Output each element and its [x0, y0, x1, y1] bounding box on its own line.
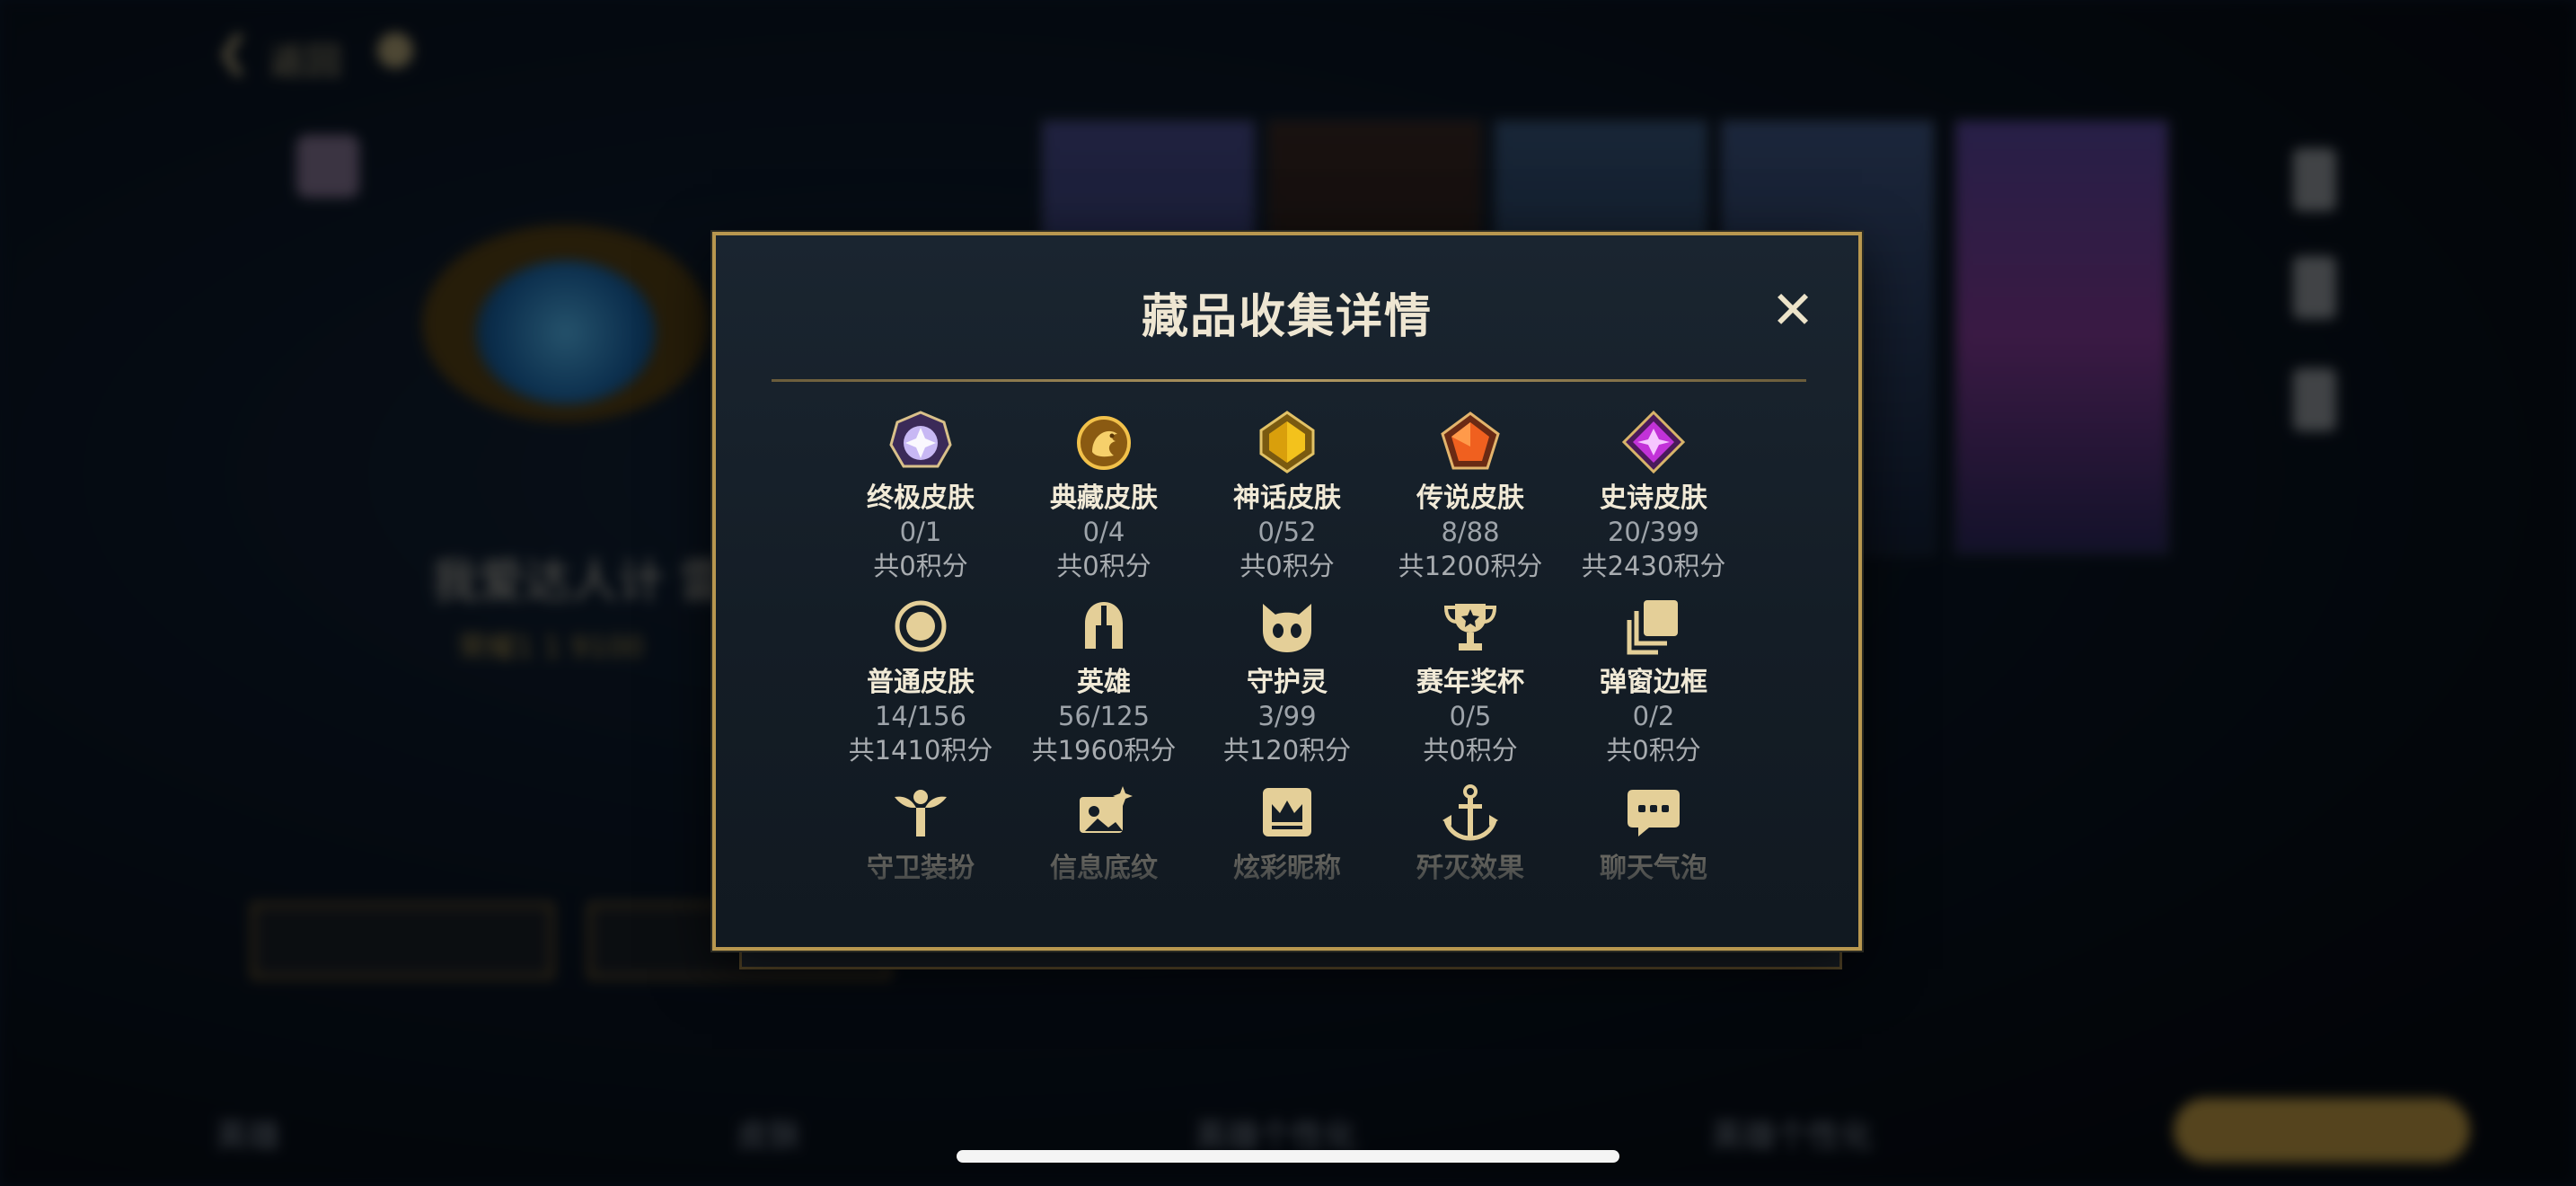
collection-item-color-nickname[interactable]: 炫彩昵称 — [1195, 781, 1379, 885]
collect-points-button — [2174, 1098, 2470, 1163]
prestige-dragon-icon — [1077, 416, 1131, 470]
dialog-title: 藏品收集详情 — [1141, 290, 1433, 344]
collection-item-normal-skin[interactable]: 普通皮肤 14/156 共1410积分 — [829, 595, 1012, 767]
item-name: 守护灵 — [1247, 667, 1328, 698]
hero-collection-button — [251, 903, 553, 978]
item-points: 共2430积分 — [1581, 551, 1726, 581]
crown-card-icon — [1263, 788, 1311, 836]
side-menu-icon — [2293, 256, 2336, 319]
item-name: 神话皮肤 — [1233, 482, 1341, 514]
player-name: 我爱达人计 雷 — [431, 555, 727, 609]
collection-item-info-banner[interactable]: 信息底纹 — [1012, 781, 1195, 885]
collection-item-epic-skin[interactable]: 史诗皮肤 20/399 共2430积分 — [1562, 411, 1745, 583]
side-menu-icon — [2293, 368, 2336, 431]
item-name: 英雄 — [1077, 667, 1131, 698]
player-subtitle: 荣耀1 1 9100 — [458, 630, 644, 664]
item-name: 赛年奖杯 — [1416, 667, 1524, 698]
item-count: 0/1 — [899, 517, 942, 547]
side-menu-icon — [2293, 148, 2336, 211]
anchor-icon — [1442, 784, 1498, 841]
item-points: 共0积分 — [1606, 735, 1701, 766]
skin-card — [1954, 119, 2170, 555]
item-name: 信息底纹 — [1050, 853, 1158, 884]
bottom-tab: 英雄个性化 — [1711, 1118, 1874, 1155]
collection-item-mythic-skin[interactable]: 神话皮肤 0/52 共0积分 — [1195, 411, 1379, 583]
guardian-pet-icon — [1263, 604, 1311, 652]
item-name: 守卫装扮 — [867, 853, 975, 884]
item-name: 炫彩昵称 — [1233, 853, 1341, 884]
collection-item-kill-effect[interactable]: 歼灭效果 — [1379, 781, 1562, 885]
item-points: 共1960积分 — [1031, 735, 1177, 766]
helmet-icon — [1085, 602, 1123, 649]
bottom-tab: 皮肤 — [737, 1118, 802, 1155]
back-arrow-icon: ❮ — [216, 27, 251, 75]
item-count: 3/99 — [1257, 701, 1317, 731]
collection-item-prestige-skin[interactable]: 典藏皮肤 0/4 共0积分 — [1012, 411, 1195, 583]
bottom-tab: 英雄 — [216, 1118, 281, 1155]
item-count: 0/5 — [1449, 701, 1492, 731]
item-count: 0/52 — [1257, 517, 1317, 547]
collection-item-hero[interactable]: 英雄 56/125 共1960积分 — [1012, 595, 1195, 767]
collection-item-ultimate-skin[interactable]: 终极皮肤 0/1 共0积分 — [829, 411, 1012, 583]
item-points: 共0积分 — [1423, 735, 1518, 766]
item-count: 56/125 — [1057, 701, 1151, 731]
item-count: 0/4 — [1082, 517, 1125, 547]
trophy-icon — [1443, 604, 1497, 651]
item-count: 8/88 — [1441, 517, 1500, 547]
collection-item-popup-frame[interactable]: 弹窗边框 0/2 共0积分 — [1562, 595, 1745, 767]
item-points: 共120积分 — [1222, 735, 1352, 766]
item-name: 弹窗边框 — [1600, 667, 1707, 698]
item-points: 共0积分 — [1239, 551, 1335, 581]
item-points: 共1410积分 — [848, 735, 993, 766]
collection-item-legendary-skin[interactable]: 传说皮肤 8/88 共1200积分 — [1379, 411, 1562, 583]
modal-base-strip — [739, 949, 1842, 969]
item-points: 共0积分 — [873, 551, 968, 581]
back-label: 返回 — [269, 41, 341, 83]
ring-icon — [895, 600, 947, 652]
item-count: 20/399 — [1607, 517, 1700, 547]
collection-item-season-trophy[interactable]: 赛年奖杯 0/5 共0积分 — [1379, 595, 1562, 767]
item-points: 共0积分 — [1056, 551, 1151, 581]
profile-emblem — [476, 261, 656, 404]
item-name: 传说皮肤 — [1416, 482, 1524, 514]
item-count: 14/156 — [874, 701, 967, 731]
item-name: 聊天气泡 — [1600, 853, 1707, 884]
home-indicator[interactable] — [957, 1150, 1619, 1163]
epic-gem-icon — [1622, 411, 1685, 474]
collection-item-chat-bubble[interactable]: 聊天气泡 — [1562, 781, 1745, 885]
banner-sparkle-icon — [1080, 786, 1133, 833]
legendary-gem-icon — [1441, 412, 1500, 470]
item-name: 终极皮肤 — [867, 482, 975, 514]
collection-details-dialog: 藏品收集详情 ✕ 终极皮肤 0/1 共0积分 典藏皮肤 0/4 共0积分 神话皮… — [712, 232, 1862, 951]
chat-bubble-icon — [1628, 790, 1680, 836]
item-name: 史诗皮肤 — [1600, 482, 1707, 514]
title-divider — [772, 379, 1806, 382]
collection-item-ward-skin[interactable]: 守卫装扮 — [829, 781, 1012, 885]
ward-skin-icon — [895, 790, 947, 836]
item-count: 0/2 — [1632, 701, 1675, 731]
close-button[interactable]: ✕ — [1767, 284, 1819, 336]
item-name: 普通皮肤 — [867, 667, 975, 698]
settings-icon — [377, 32, 413, 68]
item-points: 共1200积分 — [1398, 551, 1543, 581]
item-name: 歼灭效果 — [1416, 853, 1524, 884]
collection-item-guardian[interactable]: 守护灵 3/99 共120积分 — [1195, 595, 1379, 767]
ultimate-gem-icon — [889, 411, 952, 468]
mythic-gem-icon — [1259, 411, 1315, 474]
item-name: 典藏皮肤 — [1050, 482, 1158, 514]
rank-badge — [296, 135, 359, 198]
stacked-frames-icon — [1627, 600, 1678, 655]
